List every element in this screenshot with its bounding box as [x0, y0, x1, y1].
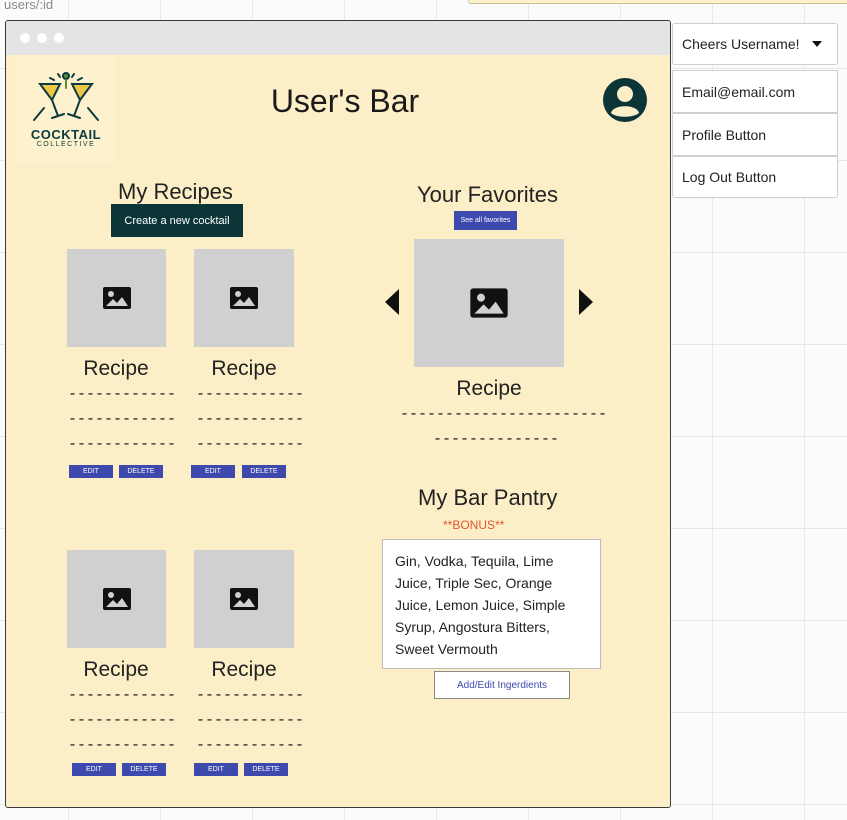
- page-title: User's Bar: [270, 83, 420, 119]
- bonus-label: **BONUS**: [443, 518, 505, 532]
- image-icon: [230, 287, 258, 309]
- favorite-recipe-line: --------------: [433, 431, 560, 448]
- delete-button[interactable]: DELETE: [244, 763, 288, 776]
- recipe-line: ------------: [196, 436, 305, 453]
- window-dot-icon[interactable]: [20, 33, 30, 43]
- recipe-line: ------------: [196, 712, 305, 729]
- logo-subtext: COLLECTIVE: [36, 141, 96, 148]
- recipe-line: ------------: [196, 411, 305, 428]
- see-all-favorites-button[interactable]: See all favorites: [454, 211, 517, 230]
- window-dot-icon[interactable]: [54, 33, 64, 43]
- favorite-recipe-title: Recipe: [456, 377, 522, 400]
- recipe-line: ------------: [68, 712, 177, 729]
- window-dot-icon[interactable]: [37, 33, 47, 43]
- user-greeting: Cheers Username!: [682, 36, 800, 52]
- recipe-title: Recipe: [83, 658, 149, 681]
- window-titlebar: [6, 21, 670, 55]
- recipe-line: ------------: [68, 737, 177, 754]
- recipe-line: ------------: [68, 436, 177, 453]
- create-cocktail-button[interactable]: Create a new cocktail: [111, 204, 243, 237]
- edit-button[interactable]: EDIT: [191, 465, 235, 478]
- favorite-image[interactable]: [414, 239, 564, 367]
- recipe-line: ------------: [68, 411, 177, 428]
- add-edit-ingredients-button[interactable]: Add/Edit Ingerdients: [434, 671, 570, 699]
- carousel-next-icon[interactable]: [578, 288, 594, 316]
- recipe-image[interactable]: [67, 249, 166, 347]
- avatar-icon[interactable]: [602, 77, 648, 123]
- recipe-title: Recipe: [211, 658, 277, 681]
- recipe-line: ------------: [196, 687, 305, 704]
- delete-button[interactable]: DELETE: [122, 763, 166, 776]
- delete-button[interactable]: DELETE: [119, 465, 163, 478]
- pantry-heading: My Bar Pantry: [418, 485, 558, 510]
- edit-button[interactable]: EDIT: [194, 763, 238, 776]
- edit-button[interactable]: EDIT: [69, 465, 113, 478]
- favorite-recipe-line: -----------------------: [400, 406, 608, 423]
- browser-window: COCKTAIL COLLECTIVE User's Bar My Recipe…: [5, 20, 671, 808]
- recipe-title: Recipe: [83, 357, 149, 380]
- edit-button[interactable]: EDIT: [72, 763, 116, 776]
- recipe-line: ------------: [196, 737, 305, 754]
- menu-item-logout[interactable]: Log Out Button: [672, 156, 838, 198]
- recipe-image[interactable]: [194, 249, 294, 347]
- sticky-note-edge: [468, 0, 847, 4]
- chevron-down-icon: [811, 41, 822, 47]
- delete-button[interactable]: DELETE: [242, 465, 286, 478]
- recipe-image[interactable]: [67, 550, 166, 648]
- my-recipes-heading: My Recipes: [118, 179, 233, 204]
- recipe-line: ------------: [68, 687, 177, 704]
- recipe-line: ------------: [196, 386, 305, 403]
- recipe-image[interactable]: [194, 550, 294, 648]
- image-icon: [102, 287, 131, 309]
- favorites-heading: Your Favorites: [417, 182, 559, 207]
- image-icon: [230, 588, 258, 610]
- image-icon: [470, 288, 508, 318]
- recipe-title: Recipe: [211, 357, 277, 380]
- user-menu-toggle[interactable]: Cheers Username!: [672, 23, 838, 65]
- recipe-line: ------------: [68, 386, 177, 403]
- pantry-ingredients-box[interactable]: Gin, Vodka, Tequila, Lime Juice, Triple …: [382, 539, 601, 669]
- image-icon: [102, 588, 131, 610]
- menu-item-email[interactable]: Email@email.com: [672, 70, 838, 113]
- carousel-prev-icon[interactable]: [384, 288, 400, 316]
- menu-item-profile[interactable]: Profile Button: [672, 113, 838, 156]
- logo-text: COCKTAIL: [30, 127, 102, 142]
- url-label: users/:id: [4, 0, 54, 12]
